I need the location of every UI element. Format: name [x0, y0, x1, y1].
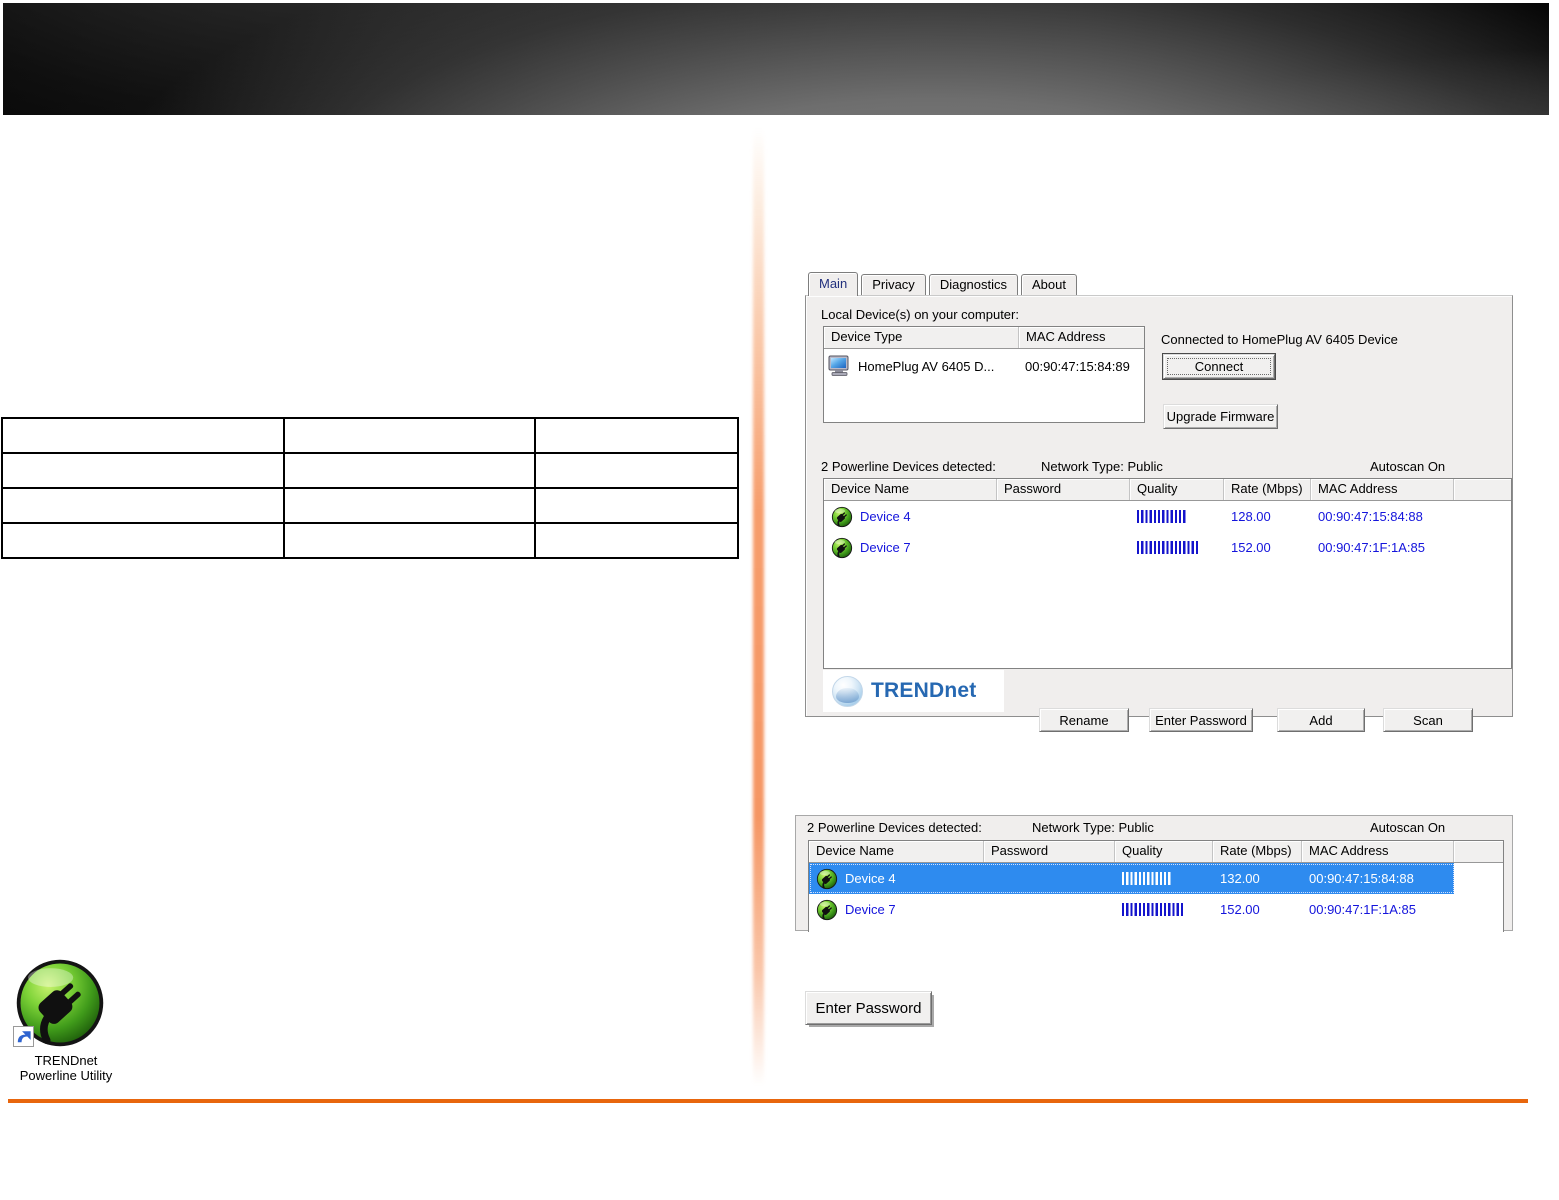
column-header-quality[interactable]: Quality: [1130, 479, 1224, 500]
device-rate: 152.00: [1231, 540, 1271, 555]
powerline-devices-list: Device Name Password Quality Rate (Mbps)…: [808, 840, 1504, 932]
device-row[interactable]: Device 7 152.00 00:90:47:1F:1A:85: [824, 532, 1511, 563]
enter-password-button[interactable]: Enter Password: [1149, 708, 1253, 732]
trendnet-logo-text: TRENDnet: [871, 679, 977, 702]
column-header-device-name[interactable]: Device Name: [824, 479, 997, 500]
network-type-label: Network Type: Public: [1032, 820, 1154, 835]
table-row: [1, 452, 739, 489]
powerline-utility-desktop-icon[interactable]: TRENDnet Powerline Utility: [8, 953, 124, 1083]
column-header-blank[interactable]: [1454, 841, 1503, 862]
powerline-device-icon: [831, 537, 853, 559]
rename-button[interactable]: Rename: [1039, 708, 1129, 732]
desktop-icon-label: TRENDnet Powerline Utility: [19, 1053, 113, 1083]
quality-bars: [1137, 510, 1188, 523]
column-header-device-name[interactable]: Device Name: [809, 841, 984, 862]
connection-status-label: Connected to HomePlug AV 6405 Device: [1161, 332, 1398, 347]
device-name: Device 4: [860, 509, 911, 524]
device-row-selected[interactable]: Device 4 132.00 00:90:47:15:84:88: [809, 863, 1503, 894]
trendnet-logo-icon: [832, 675, 863, 707]
device-name: Device 7: [845, 902, 896, 917]
table-row: [1, 487, 739, 524]
device-rate: 152.00: [1220, 902, 1260, 917]
powerline-device-icon: [831, 506, 853, 528]
local-devices-list: Device Type MAC Address HomePlug AV 6405…: [823, 326, 1145, 423]
powerline-device-icon: [816, 868, 838, 890]
column-header-rate[interactable]: Rate (Mbps): [1213, 841, 1302, 862]
column-header-mac-address[interactable]: MAC Address: [1302, 841, 1454, 862]
column-header-password[interactable]: Password: [984, 841, 1115, 862]
trendnet-logo: TRENDnet: [823, 670, 1004, 712]
autoscan-label: Autoscan On: [1370, 459, 1446, 474]
table-row: [1, 522, 739, 559]
column-header-blank[interactable]: [1454, 479, 1511, 500]
local-device-row[interactable]: HomePlug AV 6405 D... 00:90:47:15:84:89: [824, 349, 1144, 383]
status-row: 2 Powerline Devices detected: Network Ty…: [806, 459, 1512, 474]
powerline-utility-window: Main Privacy Diagnostics About Local Dev…: [805, 272, 1513, 732]
autoscan-label: Autoscan On: [1370, 820, 1446, 835]
device-mac: 00:90:47:1F:1A:85: [1309, 902, 1416, 917]
device-rate: 128.00: [1231, 509, 1271, 524]
footer-rule: [8, 1099, 1528, 1103]
devices-detected-label: 2 Powerline Devices detected:: [821, 459, 996, 474]
add-button[interactable]: Add: [1277, 708, 1365, 732]
device-mac: 00:90:47:15:84:88: [1309, 871, 1414, 886]
connect-button[interactable]: Connect: [1163, 354, 1275, 379]
network-type-label: Network Type: Public: [1041, 459, 1163, 474]
column-header-quality[interactable]: Quality: [1115, 841, 1213, 862]
tab-bar: Main Privacy Diagnostics About: [808, 272, 1080, 296]
device-row[interactable]: Device 4 128.00 00:90:47:15:84:88: [824, 501, 1511, 532]
table-row: [1, 417, 739, 454]
header-banner: [3, 3, 1549, 115]
column-header-mac-address[interactable]: MAC Address: [1311, 479, 1454, 500]
device-mac: 00:90:47:1F:1A:85: [1318, 540, 1425, 555]
powerline-device-icon: [816, 899, 838, 921]
tab-diagnostics[interactable]: Diagnostics: [928, 274, 1019, 295]
device-mac: 00:90:47:15:84:88: [1318, 509, 1423, 524]
local-list-header: Device Type MAC Address: [824, 327, 1144, 349]
powerline-devices-panel: 2 Powerline Devices detected: Network Ty…: [795, 815, 1513, 932]
device-list-header: Device Name Password Quality Rate (Mbps)…: [809, 841, 1503, 863]
notes-table: [1, 417, 739, 559]
quality-bars: [1122, 872, 1173, 885]
local-devices-label: Local Device(s) on your computer:: [821, 307, 1019, 322]
upgrade-firmware-button[interactable]: Upgrade Firmware: [1163, 404, 1278, 429]
local-device-mac: 00:90:47:15:84:89: [1025, 358, 1130, 374]
tab-main[interactable]: Main: [808, 272, 859, 296]
shortcut-arrow-icon: [13, 1026, 34, 1047]
quality-bars: [1122, 903, 1185, 916]
main-tab-panel: Local Device(s) on your computer: Device…: [805, 295, 1513, 732]
powerline-devices-list: Device Name Password Quality Rate (Mbps)…: [823, 478, 1512, 669]
device-name: Device 7: [860, 540, 911, 555]
device-list-header: Device Name Password Quality Rate (Mbps)…: [824, 479, 1511, 501]
device-row[interactable]: Device 7 152.00 00:90:47:1F:1A:85: [809, 894, 1503, 925]
device-rate: 132.00: [1220, 871, 1260, 886]
scan-button[interactable]: Scan: [1383, 708, 1473, 732]
column-header-mac-address[interactable]: MAC Address: [1019, 327, 1144, 348]
local-device-type: HomePlug AV 6405 D...: [858, 358, 995, 374]
divider-glow: [753, 128, 764, 1085]
quality-bars: [1137, 541, 1200, 554]
enter-password-button[interactable]: Enter Password: [805, 991, 932, 1025]
status-row: 2 Powerline Devices detected: Network Ty…: [796, 820, 1512, 835]
tab-privacy[interactable]: Privacy: [861, 274, 926, 295]
device-name: Device 4: [845, 871, 896, 886]
column-header-password[interactable]: Password: [997, 479, 1130, 500]
column-header-rate[interactable]: Rate (Mbps): [1224, 479, 1311, 500]
computer-icon: [828, 355, 852, 377]
devices-detected-label: 2 Powerline Devices detected:: [807, 820, 982, 835]
tab-about[interactable]: About: [1021, 274, 1077, 295]
column-header-device-type[interactable]: Device Type: [824, 327, 1019, 348]
